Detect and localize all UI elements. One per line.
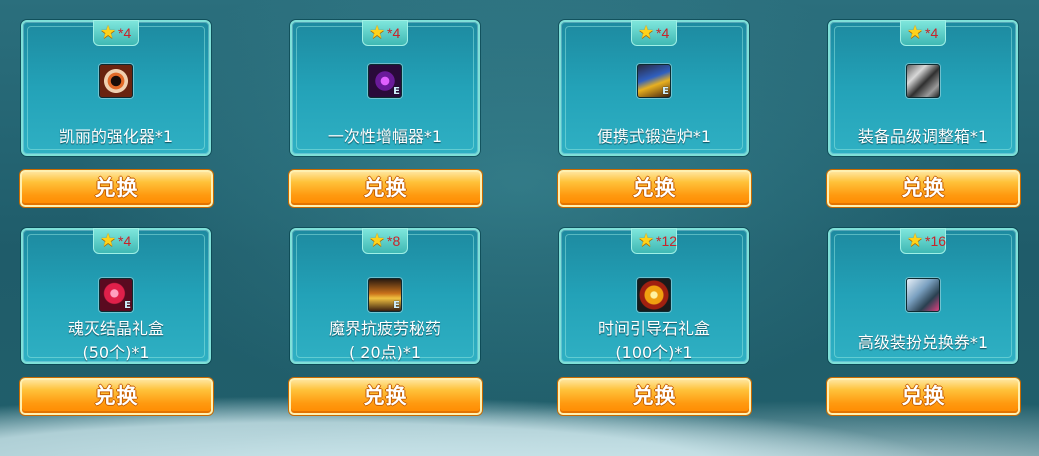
cost-tab: ★ *4 [900,20,946,46]
item-name: 魔界抗疲劳秘药 [328,319,441,338]
item-name: 时间引导石礼盒 [597,319,710,338]
item-quantity: (100个)*1 [615,343,693,362]
item-card: ★ *4 凯丽的强化器*1 [21,20,211,156]
costume-ticket-icon[interactable] [906,278,940,312]
cost-count: *4 [118,233,132,249]
exchange-button[interactable]: 兑换 [289,170,482,207]
item-name: 装备品级调整箱*1 [857,127,989,146]
item-quantity: (50个)*1 [82,343,150,362]
star-icon: ★ [100,22,117,43]
grade-box-icon[interactable] [906,64,940,98]
item-name: 高级装扮兑换券*1 [857,333,989,352]
exchange-button[interactable]: 兑换 [558,378,751,415]
soul-crystal-icon[interactable]: E [99,278,133,312]
item-card: ★ *4 E 便携式锻造炉*1 [559,20,749,156]
time-stone-icon[interactable] [637,278,671,312]
exchange-grid: ★ *4 凯丽的强化器*1 兑换 ★ *4 E 一次性增幅器*1 兑换 ★ *4… [0,0,1039,456]
star-icon: ★ [369,22,386,43]
cost-tab: ★ *4 [93,228,139,254]
item-card: ★ *4 装备品级调整箱*1 [828,20,1018,156]
exchange-button[interactable]: 兑换 [558,170,751,207]
item-card: ★ *16 高级装扮兑换券*1 [828,228,1018,364]
cost-count: *4 [387,25,401,41]
e-mark-icon: E [393,300,400,311]
cost-tab: ★ *4 [631,20,677,46]
cost-count: *12 [656,233,678,249]
e-mark-icon: E [124,300,131,311]
e-mark-icon: E [393,86,400,97]
item-card: ★ *4 E 魂灭结晶礼盒 (50个)*1 [21,228,211,364]
star-icon: ★ [369,230,386,251]
item-card: ★ *4 E 一次性增幅器*1 [290,20,480,156]
enhancer-disc-icon[interactable] [99,64,133,98]
cost-count: *8 [387,233,401,249]
star-icon: ★ [638,22,655,43]
cost-tab: ★ *8 [362,228,408,254]
exchange-button[interactable]: 兑换 [20,378,213,415]
cost-count: *4 [656,25,670,41]
fatigue-potion-icon[interactable]: E [368,278,402,312]
item-name: 魂灭结晶礼盒 [67,319,164,338]
exchange-button[interactable]: 兑换 [20,170,213,207]
item-name: 一次性增幅器*1 [327,127,443,146]
item-name: 凯丽的强化器*1 [58,127,174,146]
cost-tab: ★ *4 [93,20,139,46]
forge-furnace-icon[interactable]: E [637,64,671,98]
cost-tab: ★ *12 [631,228,677,254]
star-icon: ★ [638,230,655,251]
cost-tab: ★ *4 [362,20,408,46]
exchange-button[interactable]: 兑换 [289,378,482,415]
item-card: ★ *8 E 魔界抗疲劳秘药 ( 20点)*1 [290,228,480,364]
exchange-button[interactable]: 兑换 [827,378,1020,415]
cost-count: *4 [118,25,132,41]
cost-tab: ★ *16 [900,228,946,254]
star-icon: ★ [100,230,117,251]
item-name: 便携式锻造炉*1 [596,127,712,146]
e-mark-icon: E [662,86,669,97]
item-quantity: ( 20点)*1 [348,343,422,362]
exchange-button[interactable]: 兑换 [827,170,1020,207]
item-card: ★ *12 时间引导石礼盒 (100个)*1 [559,228,749,364]
star-icon: ★ [907,22,924,43]
cost-count: *16 [925,233,947,249]
amplifier-orb-icon[interactable]: E [368,64,402,98]
cost-count: *4 [925,25,939,41]
star-icon: ★ [907,230,924,251]
